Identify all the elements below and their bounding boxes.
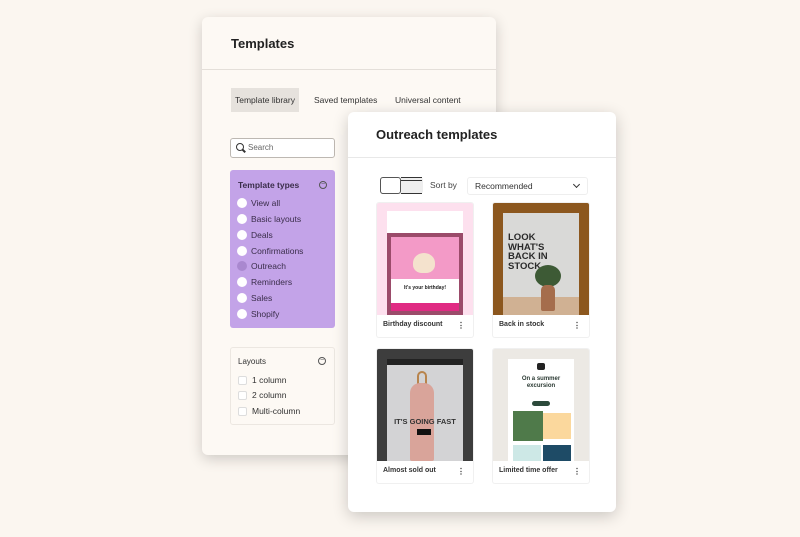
- search-icon: [236, 143, 244, 151]
- radio-basic-layouts[interactable]: Basic layouts: [237, 213, 301, 225]
- more-options-icon[interactable]: ⋮: [573, 321, 581, 330]
- radio-outreach[interactable]: Outreach: [237, 260, 286, 272]
- panel-title: Outreach templates: [376, 127, 498, 142]
- layouts-title: Layouts: [238, 357, 267, 366]
- template-thumbnail: On a summer excursion: [493, 349, 589, 461]
- template-card-limited-time-offer[interactable]: On a summer excursion Limited time offer…: [493, 349, 589, 483]
- radio-shopify[interactable]: Shopify: [237, 308, 279, 320]
- template-types-title: Template types: [238, 180, 300, 190]
- more-options-icon[interactable]: ⋮: [573, 467, 581, 476]
- list-icon: [401, 177, 422, 194]
- sort-dropdown[interactable]: Recommended: [467, 177, 588, 195]
- checkbox-multi-column[interactable]: Multi-column: [238, 406, 300, 417]
- more-options-icon[interactable]: ⋮: [457, 467, 465, 476]
- search-placeholder: Search: [248, 143, 274, 152]
- tab-template-library[interactable]: Template library: [231, 88, 299, 112]
- tab-universal-content[interactable]: Universal content: [391, 88, 465, 112]
- sort-label: Sort by: [430, 180, 457, 190]
- radio-reminders[interactable]: Reminders: [237, 276, 292, 288]
- outreach-templates-panel: Outreach templates Sort by Recommended I…: [348, 112, 616, 512]
- radio-view-all[interactable]: View all: [237, 197, 280, 209]
- grid-view-button[interactable]: [380, 177, 401, 194]
- chevron-down-icon: [572, 180, 581, 189]
- divider: [348, 157, 616, 158]
- card-label: Back in stock: [499, 321, 545, 328]
- template-thumbnail: IT'S GOING FAST: [377, 349, 473, 461]
- template-card-back-in-stock[interactable]: LOOK WHAT'S BACK IN STOCK Back in stock …: [493, 203, 589, 337]
- grid-icon: [381, 177, 400, 194]
- template-card-almost-sold-out[interactable]: IT'S GOING FAST Almost sold out ⋮: [377, 349, 473, 483]
- radio-confirmations[interactable]: Confirmations: [237, 245, 303, 257]
- radio-deals[interactable]: Deals: [237, 229, 273, 241]
- radio-sales[interactable]: Sales: [237, 292, 272, 304]
- card-label: Almost sold out: [383, 467, 436, 474]
- sort-value: Recommended: [475, 181, 533, 191]
- layouts-filter: Layouts − 1 column 2 column Multi-column: [230, 347, 335, 425]
- checkbox-1-column[interactable]: 1 column: [238, 375, 287, 386]
- more-options-icon[interactable]: ⋮: [457, 321, 465, 330]
- card-label: Limited time offer: [499, 467, 558, 474]
- template-card-birthday-discount[interactable]: It's your birthday! Birthday discount ⋮: [377, 203, 473, 337]
- search-input[interactable]: Search: [230, 138, 335, 158]
- checkbox-2-column[interactable]: 2 column: [238, 390, 287, 401]
- collapse-icon[interactable]: −: [318, 357, 326, 365]
- panel-title: Templates: [231, 36, 295, 51]
- tab-saved-templates[interactable]: Saved templates: [310, 88, 381, 112]
- view-toggle: [380, 177, 423, 194]
- divider: [202, 69, 496, 70]
- collapse-icon[interactable]: −: [319, 181, 327, 189]
- template-thumbnail: It's your birthday!: [377, 203, 473, 315]
- template-thumbnail: LOOK WHAT'S BACK IN STOCK: [493, 203, 589, 315]
- template-types-filter: Template types − View all Basic layouts …: [230, 170, 335, 328]
- list-view-button[interactable]: [401, 177, 422, 194]
- card-label: Birthday discount: [383, 321, 443, 328]
